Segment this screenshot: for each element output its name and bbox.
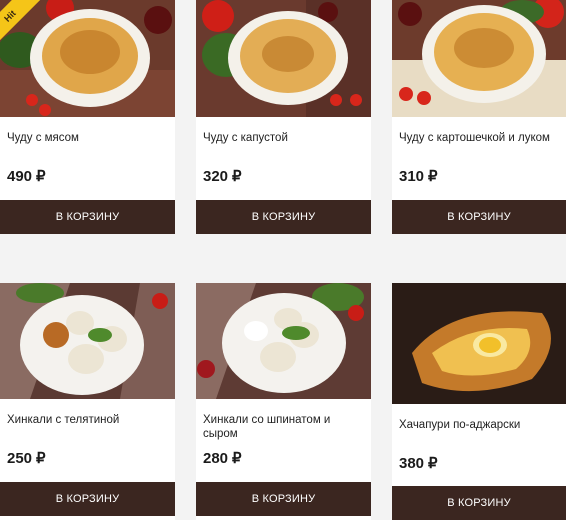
product-price: 380 ₽ <box>399 455 438 472</box>
product-card[interactable]: Хинкали со шпинатом и сыром 280 ₽ В КОРЗИ… <box>196 283 371 520</box>
add-to-cart-button[interactable]: В КОРЗИНУ <box>0 200 175 234</box>
product-name[interactable]: Чуду с капустой <box>203 131 365 145</box>
add-to-cart-button[interactable]: В КОРЗИНУ <box>196 200 371 234</box>
product-price: 250 ₽ <box>7 450 46 467</box>
product-price: 490 ₽ <box>7 168 46 185</box>
product-card[interactable]: Хинкали с телятиной 250 ₽ В КОРЗИНУ <box>0 283 175 520</box>
product-card[interactable]: Hit Чуду с мясом 490 ₽ В КОРЗИНУ <box>0 0 175 234</box>
product-image[interactable] <box>392 0 566 117</box>
product-name[interactable]: Хинкали со шпинатом и сыром <box>203 413 365 441</box>
product-price: 320 ₽ <box>203 168 242 185</box>
product-name[interactable]: Чуду с мясом <box>7 131 169 145</box>
product-price: 280 ₽ <box>203 450 242 467</box>
product-card[interactable]: Чуду с картошечкой и луком 310 ₽ В КОРЗИН… <box>392 0 566 234</box>
product-name[interactable]: Хинкали с телятиной <box>7 413 169 427</box>
product-image[interactable] <box>392 283 566 404</box>
product-image[interactable] <box>0 283 175 399</box>
product-card[interactable]: Чуду с капустой 320 ₽ В КОРЗИНУ <box>196 0 371 234</box>
product-image[interactable] <box>196 0 371 117</box>
product-name[interactable]: Чуду с картошечкой и луком <box>399 131 560 145</box>
hit-badge: Hit <box>0 0 50 50</box>
add-to-cart-button[interactable]: В КОРЗИНУ <box>0 482 175 516</box>
product-price: 310 ₽ <box>399 168 438 185</box>
add-to-cart-button[interactable]: В КОРЗИНУ <box>196 482 371 516</box>
product-image[interactable] <box>196 283 371 399</box>
product-card[interactable]: Хачапури по-аджарски 380 ₽ В КОРЗИНУ <box>392 283 566 520</box>
product-name[interactable]: Хачапури по-аджарски <box>399 418 560 432</box>
add-to-cart-button[interactable]: В КОРЗИНУ <box>392 486 566 520</box>
add-to-cart-button[interactable]: В КОРЗИНУ <box>392 200 566 234</box>
